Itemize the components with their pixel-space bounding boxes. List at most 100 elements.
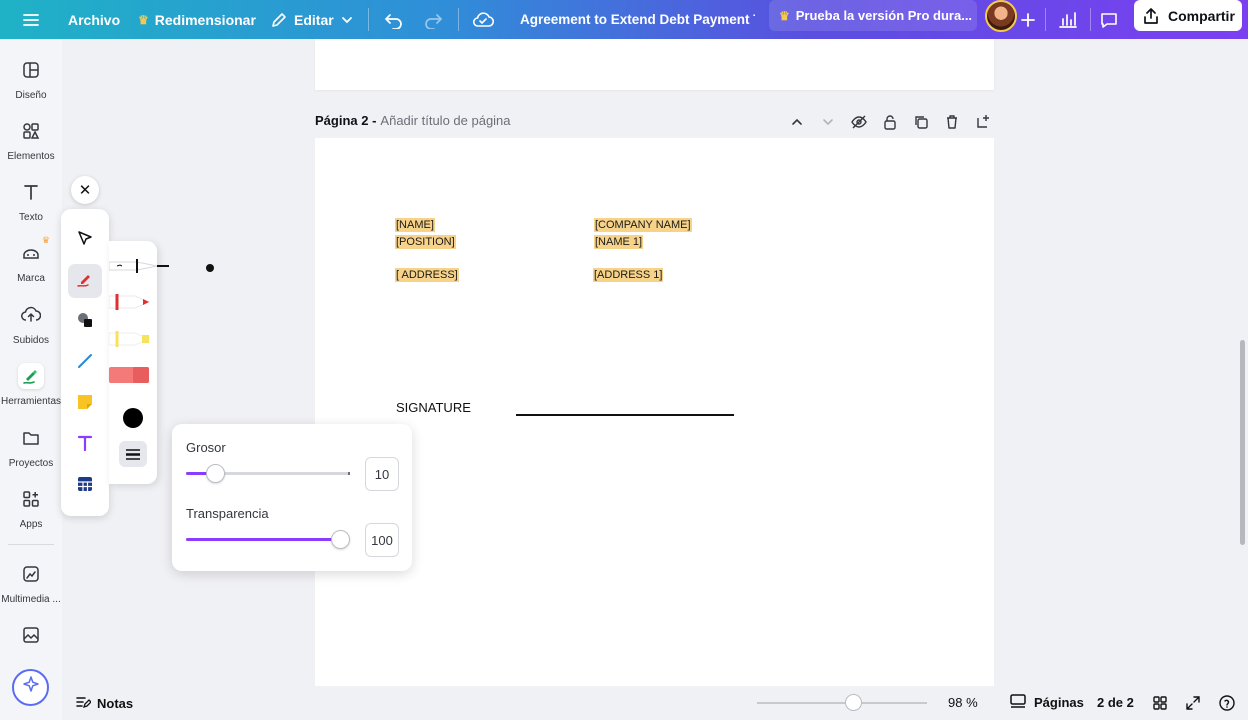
marker-option-red[interactable]: [108, 290, 157, 318]
crown-icon: ♛: [138, 12, 149, 27]
page-title-input[interactable]: Añadir título de página: [380, 113, 510, 128]
trash-icon[interactable]: [942, 112, 961, 131]
pointer-icon: [76, 229, 94, 252]
placeholder-name[interactable]: [NAME]: [395, 218, 435, 232]
left-sidebar: Diseño Elementos Texto ♛ Marca Subidos H…: [0, 39, 62, 720]
cloud-save-status[interactable]: [472, 0, 494, 39]
sidebar-item-design[interactable]: Diseño: [0, 57, 62, 101]
signature-label[interactable]: SIGNATURE: [396, 400, 471, 415]
chevron-up-icon[interactable]: [787, 112, 806, 131]
sidebar-item-media[interactable]: Multimedia ...: [0, 561, 62, 605]
menu-button[interactable]: [22, 0, 40, 39]
weight-slider-knob[interactable]: [206, 464, 226, 483]
lock-icon[interactable]: [880, 112, 899, 131]
stroke-weight-button[interactable]: [109, 440, 157, 468]
placeholder-name-1[interactable]: [NAME 1]: [594, 235, 644, 249]
sidebar-item-label: Marca: [17, 273, 45, 284]
add-page-icon[interactable]: [973, 112, 992, 131]
signature-line[interactable]: [516, 414, 734, 416]
edit-menu-button[interactable]: Editar: [270, 0, 354, 39]
pages-button[interactable]: Páginas: [1009, 693, 1084, 712]
sidebar-item-elements[interactable]: Elementos: [0, 118, 62, 162]
sidebar-item-text[interactable]: Texto: [0, 179, 62, 223]
sticky-note-tool[interactable]: [68, 387, 102, 421]
highlighter-option-yellow[interactable]: [108, 327, 157, 355]
redo-button[interactable]: [423, 0, 443, 39]
crown-icon: ♛: [779, 8, 790, 23]
share-button[interactable]: Compartir: [1134, 0, 1242, 31]
shapes-tool[interactable]: [68, 305, 102, 339]
file-menu-button[interactable]: Archivo: [68, 0, 120, 39]
sidebar-item-tools[interactable]: Herramientas: [0, 363, 62, 407]
grid-view-icon[interactable]: [1151, 694, 1169, 712]
notes-button[interactable]: Notas: [75, 694, 133, 713]
eraser-option[interactable]: [109, 363, 157, 391]
page-1-canvas[interactable]: [315, 39, 994, 90]
color-swatch-icon: [123, 408, 143, 428]
weight-input[interactable]: 10: [365, 457, 399, 491]
crown-icon: ♛: [41, 235, 50, 245]
pro-trial-label: Prueba la versión Pro dura...: [795, 8, 973, 23]
pencil-icon: [270, 11, 288, 29]
transparency-input[interactable]: 100: [365, 523, 399, 557]
page-2-canvas[interactable]: [NAME] [POSITION] [ ADDRESS] [COMPANY NA…: [315, 138, 994, 686]
resize-label: Redimensionar: [154, 11, 256, 28]
document-title[interactable]: Agreement to Extend Debt Payment T...: [520, 0, 755, 39]
sidebar-item-apps[interactable]: Apps: [0, 486, 62, 530]
divider: [368, 8, 369, 31]
zoom-value[interactable]: 98 %: [948, 695, 978, 710]
close-icon: ✕: [78, 182, 92, 199]
sparkle-icon: [21, 675, 41, 700]
sidebar-item-brand[interactable]: ♛ Marca: [0, 235, 62, 284]
help-icon[interactable]: [1218, 694, 1236, 712]
sidebar-divider: [8, 544, 54, 545]
weight-slider[interactable]: [186, 464, 350, 483]
sidebar-item-label: Herramientas: [0, 396, 62, 407]
hide-page-icon[interactable]: [849, 112, 868, 131]
pen-tool[interactable]: [68, 264, 102, 298]
color-picker-black[interactable]: [109, 404, 157, 432]
invite-button[interactable]: [1020, 0, 1036, 39]
transparency-label: Transparencia: [186, 506, 269, 521]
magic-assistant-button[interactable]: [12, 669, 49, 706]
comments-button[interactable]: [1099, 0, 1119, 39]
transparency-slider[interactable]: [186, 530, 350, 549]
sidebar-item-projects[interactable]: Proyectos: [0, 425, 62, 469]
zoom-slider[interactable]: [757, 702, 927, 704]
resize-button[interactable]: ♛ Redimensionar: [138, 0, 256, 39]
placeholder-address-1[interactable]: [ADDRESS 1]: [593, 268, 664, 282]
table-tool[interactable]: [68, 469, 102, 503]
shapes-icon: [76, 311, 94, 334]
placeholder-address[interactable]: [ ADDRESS]: [395, 268, 459, 282]
redo-icon: [423, 11, 443, 29]
select-tool[interactable]: [68, 223, 102, 257]
pen-icon: [75, 269, 95, 294]
avatar[interactable]: [985, 0, 1017, 32]
pages-icon: [1009, 693, 1027, 712]
placeholder-company-name[interactable]: [COMPANY NAME]: [594, 218, 692, 232]
line-tool[interactable]: [68, 346, 102, 380]
text-tool[interactable]: [68, 428, 102, 462]
transparency-slider-knob[interactable]: [331, 530, 350, 549]
bottom-bar: Notas 98 % Páginas 2 de 2: [62, 686, 1248, 720]
share-label: Compartir: [1168, 7, 1235, 24]
plus-icon: [1020, 12, 1036, 28]
close-draw-button[interactable]: ✕: [71, 176, 99, 204]
sidebar-item-photos[interactable]: [0, 622, 62, 648]
sidebar-item-uploads[interactable]: Subidos: [0, 302, 62, 346]
undo-icon: [384, 11, 404, 29]
undo-button[interactable]: [384, 0, 404, 39]
placeholder-position[interactable]: [POSITION]: [395, 235, 456, 249]
duplicate-icon[interactable]: [911, 112, 930, 131]
page-2-title-prefix: Página 2 -: [315, 113, 377, 128]
notes-label: Notas: [97, 696, 134, 711]
sidebar-item-label: Subidos: [12, 335, 50, 346]
weight-label: Grosor: [186, 440, 226, 455]
vertical-scrollbar[interactable]: [1240, 340, 1245, 545]
fullscreen-icon[interactable]: [1184, 694, 1202, 712]
pen-option-black[interactable]: [108, 254, 169, 282]
insights-button[interactable]: [1058, 0, 1078, 39]
zoom-slider-knob[interactable]: [845, 694, 862, 711]
chevron-down-icon[interactable]: [818, 112, 837, 131]
pro-trial-button[interactable]: ♛ Prueba la versión Pro dura...: [769, 0, 977, 31]
